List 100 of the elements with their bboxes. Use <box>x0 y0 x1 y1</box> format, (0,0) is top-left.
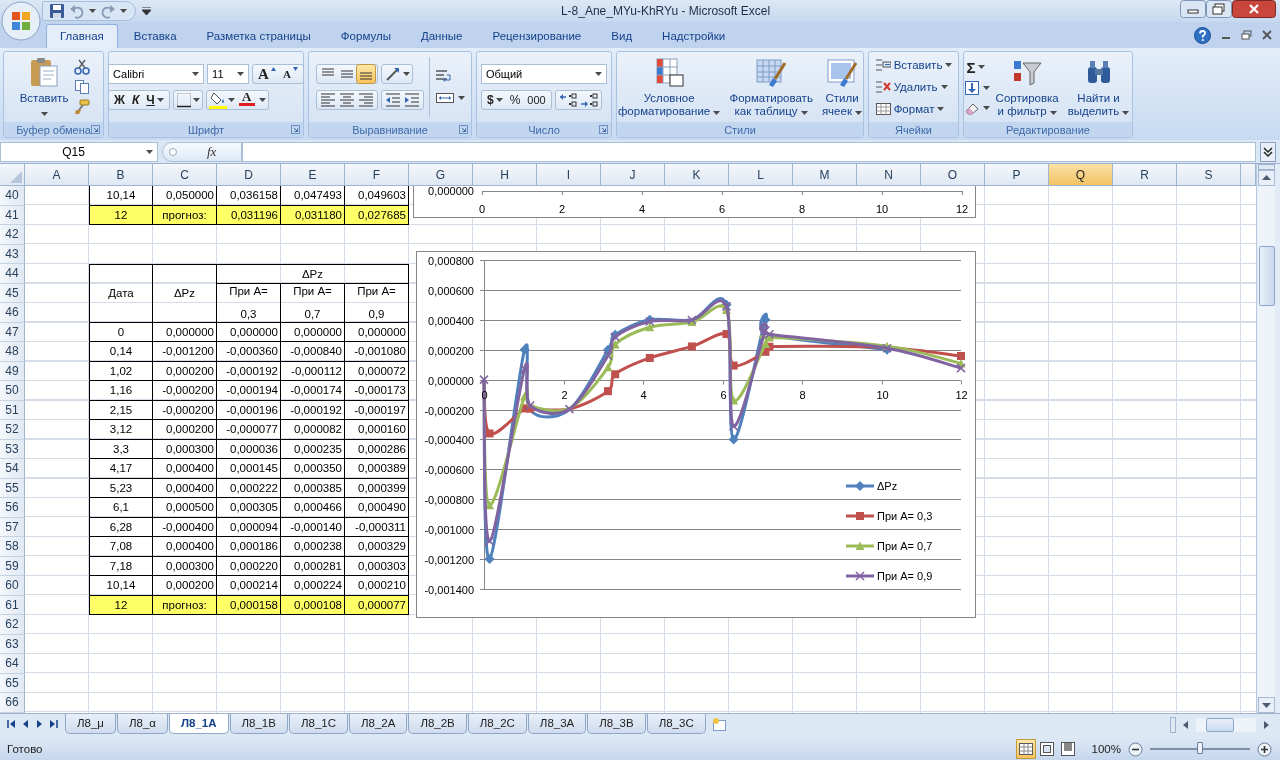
table-cell: 0,000000 <box>281 322 345 342</box>
table-cell: 0,000094 <box>217 517 281 537</box>
axis-tick-label: -0,000400 <box>424 433 474 446</box>
date-cell: 1,16 <box>89 381 153 401</box>
table-cell: 0,000160 <box>345 420 409 440</box>
status-text: Готово <box>6 743 43 755</box>
table-cell: 0,000400 <box>153 459 217 479</box>
table-cell: 0,000145 <box>217 459 281 479</box>
axis-tick-label: 8 <box>799 388 806 401</box>
table-cell: 0,000300 <box>153 556 217 576</box>
table-cell: -0,000140 <box>281 517 345 537</box>
table-cell: 0,031180 <box>281 205 345 225</box>
header-text: При А= 0,7 <box>292 283 333 322</box>
table-cell: -0,000400 <box>153 517 217 537</box>
table-cell: -0,000194 <box>217 381 281 401</box>
table-cell: 0,000235 <box>281 439 345 459</box>
axis-tick-label: 6 <box>720 388 727 401</box>
table-cell: -0,000200 <box>153 381 217 401</box>
table-cell: 0,000400 <box>153 478 217 498</box>
axis-tick-label: 0 <box>481 388 488 401</box>
group-label: Выравнивание <box>352 123 428 136</box>
table-cell: 0,047493 <box>281 186 345 206</box>
axis-tick-label: 4 <box>638 203 646 215</box>
table-cell: 0,000389 <box>345 459 409 479</box>
header-cell: ΔPz <box>153 264 217 323</box>
axis-tick-label: 10 <box>876 388 889 401</box>
table-cell: 0,000222 <box>217 478 281 498</box>
date-cell: 0,14 <box>89 342 153 362</box>
table-cell: 0,000466 <box>281 498 345 518</box>
table-cell: -0,000077 <box>217 420 281 440</box>
table-cell: 0,000000 <box>153 322 217 342</box>
axis-tick-label: 12 <box>955 203 969 215</box>
group-label: Шрифт <box>187 123 225 136</box>
table-cell: 0,000224 <box>281 576 345 596</box>
header-text: При А= 0,9 <box>356 283 397 322</box>
legend-label: При А= 0,3 <box>877 510 933 522</box>
table-cell: 0,000399 <box>345 478 409 498</box>
table-cell: 0,000158 <box>217 595 281 615</box>
axis-tick-label: 8 <box>798 203 806 215</box>
date-cell: 6,28 <box>89 517 153 537</box>
table-cell: 0,049603 <box>345 186 409 206</box>
axis-tick-label: 0,000600 <box>428 284 474 297</box>
table-cell: 0,000000 <box>345 322 409 342</box>
table-cell: -0,000360 <box>217 342 281 362</box>
table-cell: 0,000385 <box>281 478 345 498</box>
axis-tick-label: 0,000200 <box>428 344 474 357</box>
table-cell: 0,000077 <box>345 595 409 615</box>
legend-label: ΔPz <box>877 480 898 492</box>
group-label: Стили <box>724 123 756 136</box>
table-cell: 0,000281 <box>281 556 345 576</box>
table-cell: 0,000490 <box>345 498 409 518</box>
table-cell: -0,001200 <box>153 342 217 362</box>
axis-tick-label: 0,000400 <box>428 314 474 327</box>
table-cell: 0,000329 <box>345 537 409 557</box>
date-cell: 12 <box>89 595 153 615</box>
legend-label: При А= 0,7 <box>877 540 933 552</box>
group-label: Буфер обмена <box>16 123 91 136</box>
table-cell: 0,000200 <box>153 576 217 596</box>
table-cell: -0,000197 <box>345 400 409 420</box>
group-label: Число <box>528 123 560 136</box>
table-cell: 0,000305 <box>217 498 281 518</box>
axis-tick-label: 0 <box>478 203 486 215</box>
axis-tick-label: 2 <box>558 203 566 215</box>
axis-tick-label: 6 <box>718 203 726 215</box>
group-label: Ячейки <box>895 123 932 136</box>
date-cell: 10,14 <box>89 186 153 206</box>
table-cell: 0,000186 <box>217 537 281 557</box>
table-cell: прогноз: <box>153 205 217 225</box>
table-cell: -0,000311 <box>345 517 409 537</box>
table-cell: 0,000000 <box>217 322 281 342</box>
date-cell: 10,14 <box>89 576 153 596</box>
table-cell: 0,000238 <box>281 537 345 557</box>
table-cell: -0,000840 <box>281 342 345 362</box>
table-cell: 0,050000 <box>153 186 217 206</box>
axis-tick-label: -0,001000 <box>424 523 474 536</box>
axis-tick-label: 0,000800 <box>428 254 474 267</box>
table-cell: -0,000192 <box>217 361 281 381</box>
header-cell: Дата <box>89 264 153 323</box>
table-cell: 0,000286 <box>345 439 409 459</box>
axis-tick-label: 0,000000 <box>428 186 474 197</box>
axis-tick-label: 2 <box>561 388 568 401</box>
axis-tick-label: -0,000200 <box>424 404 474 417</box>
axis-tick-label: -0,001200 <box>424 553 474 566</box>
table-cell: -0,000112 <box>281 361 345 381</box>
table-cell: 0,000303 <box>345 556 409 576</box>
axis-tick-label: 4 <box>640 388 647 401</box>
table-cell: 0,000350 <box>281 459 345 479</box>
table-cell: -0,000173 <box>345 381 409 401</box>
group-label: Редактирование <box>1006 123 1090 136</box>
table-cell: 0,000214 <box>217 576 281 596</box>
table-cell: 0,000300 <box>153 439 217 459</box>
table-cell: прогноз: <box>153 595 217 615</box>
date-cell: 7,08 <box>89 537 153 557</box>
table-cell: 0,000400 <box>153 537 217 557</box>
date-cell: 0 <box>89 322 153 342</box>
header-cell: ΔPz <box>217 264 409 284</box>
legend-label: При А= 0,9 <box>877 570 933 582</box>
axis-tick-label: 0,000000 <box>428 374 474 387</box>
table-cell: 0,000210 <box>345 576 409 596</box>
table-cell: -0,000192 <box>281 400 345 420</box>
